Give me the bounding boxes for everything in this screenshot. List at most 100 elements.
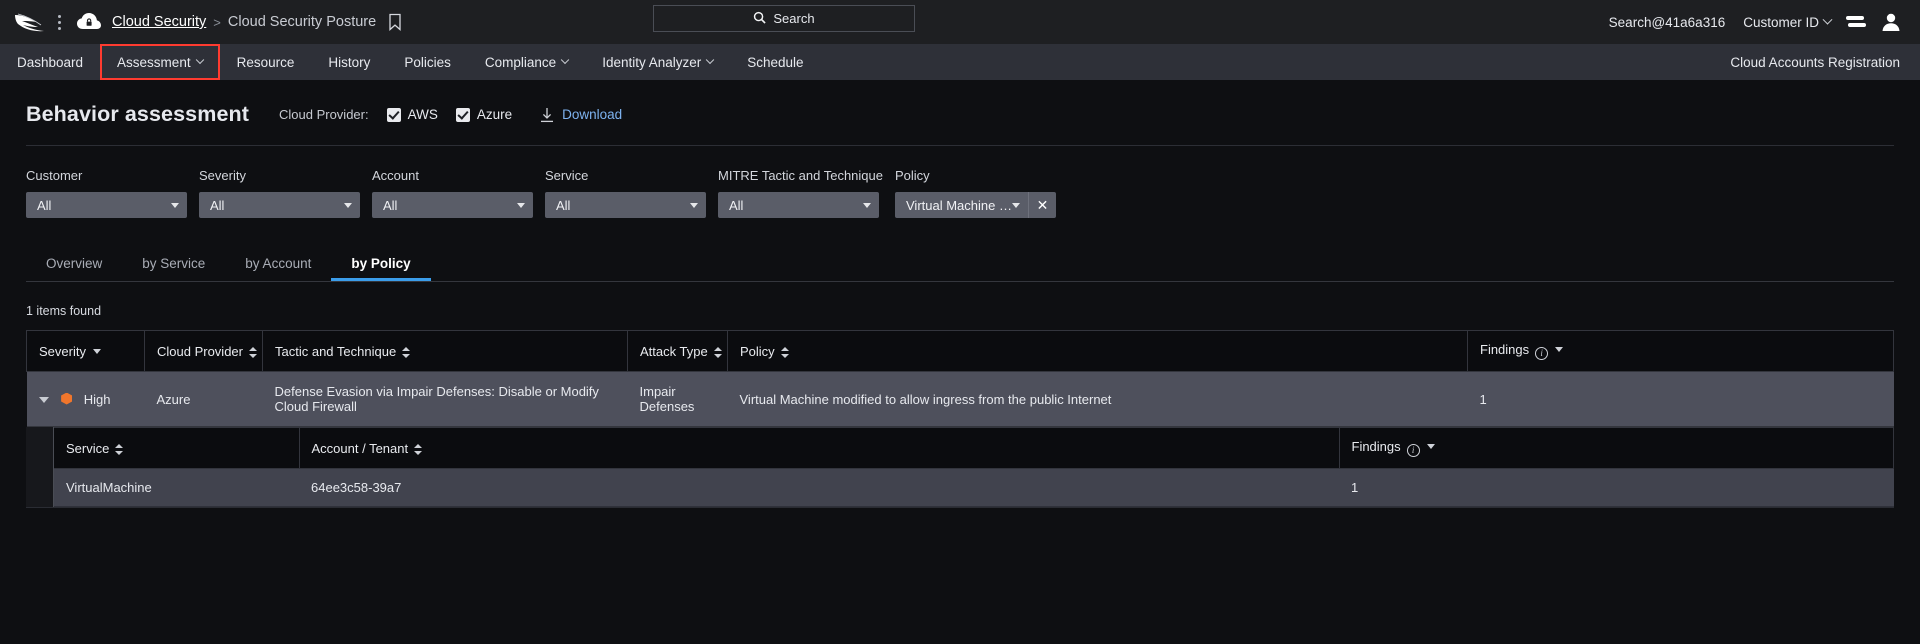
tab-by-policy[interactable]: by Policy: [331, 248, 430, 281]
info-icon[interactable]: i: [1535, 347, 1549, 360]
user-avatar-icon[interactable]: [1880, 12, 1902, 32]
sort-updown-icon: [414, 443, 423, 455]
clear-policy-filter-button[interactable]: ✕: [1028, 192, 1056, 218]
download-icon: [540, 107, 554, 123]
filter-customer: Customer All: [26, 168, 187, 218]
filter-value: All: [37, 197, 52, 213]
items-found-count: 1 items found: [26, 304, 102, 318]
col-cloud-provider[interactable]: Cloud Provider: [144, 330, 263, 372]
search-icon: [753, 11, 767, 27]
chevron-down-icon: [344, 202, 352, 208]
nav-item-resource[interactable]: Resource: [220, 44, 312, 80]
tab-overview[interactable]: Overview: [26, 248, 122, 281]
col-label: Account / Tenant: [311, 440, 409, 456]
filter-label: MITRE Tactic and Technique: [718, 168, 883, 183]
info-icon[interactable]: i: [1406, 444, 1420, 457]
breadcrumb-root-link[interactable]: Cloud Security: [112, 14, 206, 30]
cell-cloud-provider: Azure: [144, 371, 263, 427]
filter-mitre: MITRE Tactic and Technique All: [718, 168, 883, 218]
sort-caret-icon: [1426, 444, 1435, 449]
checkbox-icon: [455, 107, 470, 122]
nav-item-assessment[interactable]: Assessment: [100, 44, 220, 80]
sort-caret-icon: [92, 348, 101, 354]
filter-value: Virtual Machine mo...: [906, 197, 1012, 213]
account-name[interactable]: Search@41a6a316: [1600, 15, 1735, 30]
nav-item-compliance[interactable]: Compliance: [468, 44, 585, 80]
nav-label: Assessment: [117, 54, 191, 70]
expanded-detail-panel: Service Account / Tenant Findings i Virtu…: [26, 427, 1894, 508]
col-label: Severity: [39, 343, 86, 359]
download-label: Download: [562, 107, 623, 122]
filter-severity-select[interactable]: All: [199, 192, 360, 218]
results-table: Severity Cloud Provider Tactic and Techn…: [26, 330, 1894, 427]
nav-item-policies[interactable]: Policies: [387, 44, 468, 80]
filter-label: Severity: [199, 168, 246, 183]
filter-account-select[interactable]: All: [372, 192, 533, 218]
col-account-tenant[interactable]: Account / Tenant: [299, 427, 1340, 469]
col-service[interactable]: Service: [54, 427, 300, 469]
col-label: Service: [66, 440, 110, 456]
detail-header-row: Service Account / Tenant Findings i: [54, 427, 1894, 469]
falcon-logo-icon[interactable]: [14, 11, 48, 33]
checkbox-aws[interactable]: AWS: [386, 107, 438, 122]
tab-by-service[interactable]: by Service: [122, 248, 225, 281]
col-tactic-technique[interactable]: Tactic and Technique: [262, 330, 628, 372]
filter-mitre-select[interactable]: All: [718, 192, 879, 218]
cell-attack-type: Impair Defenses: [627, 371, 728, 427]
table-row[interactable]: High Azure Defense Evasion via Impair De…: [26, 371, 1894, 427]
cloud-security-icon: [76, 10, 102, 34]
tab-by-account[interactable]: by Account: [225, 248, 331, 281]
cell-service: VirtualMachine: [54, 468, 299, 507]
checkbox-label: AWS: [407, 107, 438, 122]
filter-policy: Policy Virtual Machine mo... ✕: [895, 168, 1056, 218]
cell-policy[interactable]: Virtual Machine modified to allow ingres…: [727, 371, 1468, 427]
expand-collapse-icon[interactable]: [38, 396, 49, 403]
nav-label: History: [328, 54, 371, 70]
col-label: Cloud Provider: [157, 343, 243, 359]
top-right-controls: Search@41a6a316 Customer ID: [1600, 12, 1902, 32]
checkbox-azure[interactable]: Azure: [455, 107, 513, 122]
filter-policy-select[interactable]: Virtual Machine mo...: [895, 192, 1028, 218]
nav-label: Schedule: [747, 54, 804, 70]
filter-account: Account All: [372, 168, 533, 218]
breadcrumb-current: Cloud Security Posture: [227, 14, 377, 30]
col-label: Findings: [1480, 342, 1530, 357]
nav-item-dashboard[interactable]: Dashboard: [0, 44, 100, 80]
activity-list-icon[interactable]: [1846, 13, 1866, 31]
global-search-box[interactable]: Search: [653, 5, 915, 32]
filter-severity: Severity All: [199, 168, 360, 218]
nav-item-schedule[interactable]: Schedule: [730, 44, 820, 80]
chevron-down-icon: [517, 202, 525, 208]
detail-row[interactable]: VirtualMachine 64ee3c58-39a7 1: [54, 468, 1894, 507]
col-label: Policy: [740, 343, 775, 359]
col-policy[interactable]: Policy: [727, 330, 1468, 372]
customer-id-selector[interactable]: Customer ID: [1734, 14, 1840, 30]
col-detail-findings[interactable]: Findings i: [1339, 427, 1894, 469]
col-attack-type[interactable]: Attack Type: [627, 330, 728, 372]
breadcrumb-separator: >: [213, 14, 221, 30]
filter-value: All: [210, 197, 225, 213]
nav-label: Identity Analyzer: [602, 54, 702, 70]
search-label: Search: [773, 11, 815, 26]
checkbox-label: Azure: [476, 107, 513, 122]
cell-findings[interactable]: 1: [1467, 371, 1894, 427]
filter-label: Customer: [26, 168, 83, 183]
filter-label: Service: [545, 168, 589, 183]
chevron-down-icon: [171, 202, 179, 208]
cell-severity: High: [26, 371, 145, 427]
nav-item-history[interactable]: History: [311, 44, 387, 80]
bookmark-icon[interactable]: [388, 13, 402, 31]
page-body: Behavior assessment Cloud Provider: AWS …: [0, 80, 1920, 508]
filter-service-select[interactable]: All: [545, 192, 706, 218]
cell-detail-findings[interactable]: 1: [1339, 468, 1894, 507]
col-findings[interactable]: Findings i: [1467, 330, 1894, 372]
cloud-accounts-registration-link[interactable]: Cloud Accounts Registration: [1730, 55, 1900, 70]
download-button[interactable]: Download: [540, 107, 622, 123]
chevron-down-icon: [863, 202, 871, 208]
col-severity[interactable]: Severity: [26, 330, 145, 372]
sort-updown-icon: [713, 346, 722, 358]
nav-item-identity-analyzer[interactable]: Identity Analyzer: [585, 44, 730, 80]
cell-tactic-technique[interactable]: Defense Evasion via Impair Defenses: Dis…: [262, 371, 628, 427]
app-menu-kebab-icon[interactable]: [50, 11, 68, 33]
filter-customer-select[interactable]: All: [26, 192, 187, 218]
